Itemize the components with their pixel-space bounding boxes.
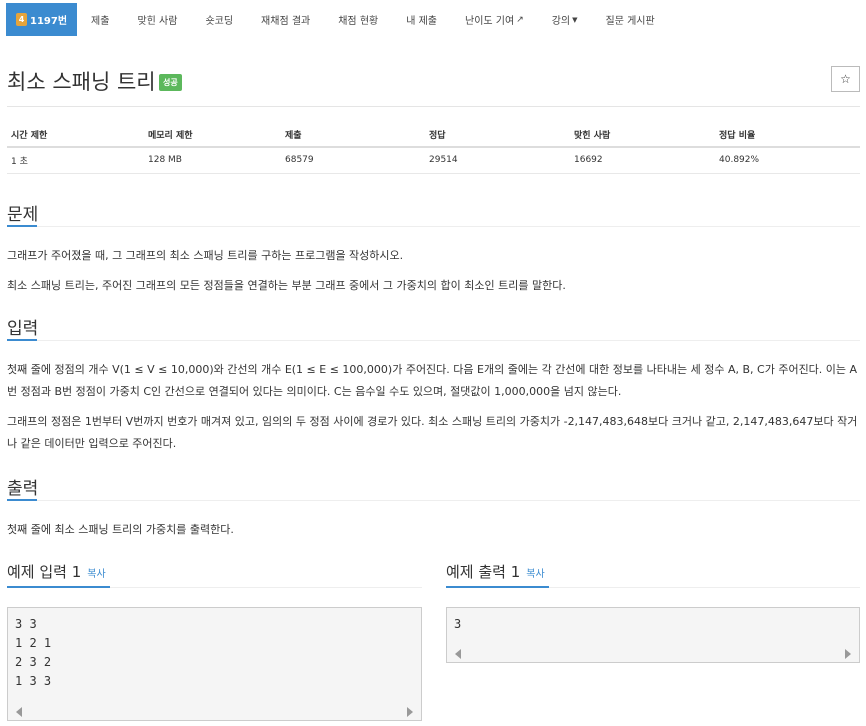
problem-number-label: 1197번 (30, 16, 68, 27)
header-memory-limit: 메모리 제한 (144, 122, 281, 148)
sample-input-accent (7, 586, 110, 588)
header-submissions: 제출 (281, 122, 425, 148)
value-time-limit: 1 초 (7, 147, 144, 174)
scroll-right-icon[interactable] (407, 707, 413, 717)
header-solved-users: 맞힌 사람 (570, 122, 715, 148)
output-heading: 출력 (7, 479, 39, 499)
header-accept-ratio: 정답 비율 (715, 122, 860, 148)
nav-status[interactable]: 채점 현황 (324, 3, 392, 36)
sample-output-scrollbar[interactable] (447, 647, 859, 662)
title-row: 최소 스패닝 트리 성공 ☆ (7, 62, 860, 102)
sample-output-accent (446, 586, 549, 588)
sample-output-title: 예제 출력 1 (446, 563, 521, 581)
value-memory-limit: 128 MB (144, 147, 281, 174)
problem-heading-accent (7, 225, 37, 227)
problem-nav: 4 1197번 제출 맞힌 사람 숏코딩 재채점 결과 채점 현황 내 제출 난… (6, 3, 669, 36)
value-accept-ratio: 40.892% (715, 147, 860, 174)
scroll-right-icon[interactable] (845, 649, 851, 659)
header-time-limit: 시간 제한 (7, 122, 144, 148)
output-heading-accent (7, 499, 37, 501)
nav-question-board[interactable]: 질문 게시판 (592, 3, 669, 36)
nav-short-coding[interactable]: 숏코딩 (191, 3, 247, 36)
page-title: 최소 스패닝 트리 (7, 70, 156, 94)
sample-input-scrollbar[interactable] (8, 705, 421, 720)
problem-description-2: 최소 스패닝 트리는, 주어진 그래프의 모든 정점들을 연결하는 부분 그래프… (7, 279, 566, 292)
sample-output-heading: 예제 출력 1 복사 (446, 561, 545, 582)
tier-badge-icon: 4 (16, 13, 27, 26)
sample-input-box[interactable]: 3 3 1 2 1 2 3 2 1 3 3 (7, 607, 422, 721)
scroll-left-icon[interactable] (16, 707, 22, 717)
nav-rejudge-results[interactable]: 재채점 결과 (247, 3, 324, 36)
input-heading-accent (7, 339, 37, 341)
title-divider (7, 106, 860, 107)
problem-description-1: 그래프가 주어졌을 때, 그 그래프의 최소 스패닝 트리를 구하는 프로그램을… (7, 249, 404, 262)
output-heading-rule (7, 500, 860, 501)
value-submissions: 68579 (281, 147, 425, 174)
problem-info-table: 시간 제한 메모리 제한 제출 정답 맞힌 사람 정답 비율 1 초 128 M… (7, 122, 860, 174)
input-description-2: 그래프의 정점은 1번부터 V번까지 번호가 매겨져 있고, 임의의 두 정점 … (7, 415, 858, 450)
nav-lectures-label: 강의 (551, 16, 571, 27)
sample-output-text: 3 (454, 617, 462, 631)
input-description-1: 첫째 줄에 정점의 개수 V(1 ≤ V ≤ 10,000)와 간선의 개수 E… (7, 363, 858, 398)
star-icon: ☆ (840, 72, 851, 86)
copy-sample-input-button[interactable]: 복사 (87, 569, 105, 580)
nav-submit[interactable]: 제출 (77, 3, 123, 36)
problem-heading-rule (7, 226, 860, 227)
input-heading: 입력 (7, 319, 39, 339)
sample-input-title: 예제 입력 1 (7, 563, 82, 581)
nav-problem-number[interactable]: 4 1197번 (6, 3, 78, 36)
nav-lectures[interactable]: 강의 ▼ (538, 3, 592, 36)
copy-sample-output-button[interactable]: 복사 (526, 569, 544, 580)
sample-input-text: 3 3 1 2 1 2 3 2 1 3 3 (15, 617, 52, 688)
nav-my-submissions[interactable]: 내 제출 (392, 3, 451, 36)
value-accepted: 29514 (425, 147, 570, 174)
nav-solved-users[interactable]: 맞힌 사람 (123, 3, 191, 36)
favorite-button[interactable]: ☆ (831, 66, 860, 92)
nav-difficulty-contribution[interactable]: 난이도 기여 ↗ (451, 3, 538, 36)
header-accepted: 정답 (425, 122, 570, 148)
scroll-left-icon[interactable] (455, 649, 461, 659)
info-value-row: 1 초 128 MB 68579 29514 16692 40.892% (7, 147, 860, 174)
status-badge: 성공 (159, 74, 182, 91)
input-heading-rule (7, 340, 860, 341)
sample-input-heading: 예제 입력 1 복사 (7, 561, 106, 582)
external-link-icon: ↗ (516, 14, 524, 25)
info-header-row: 시간 제한 메모리 제한 제출 정답 맞힌 사람 정답 비율 (7, 122, 860, 148)
caret-down-icon: ▼ (572, 15, 578, 24)
problem-heading: 문제 (7, 205, 39, 225)
value-solved-users: 16692 (570, 147, 715, 174)
nav-difficulty-label: 난이도 기여 (465, 16, 515, 27)
sample-output-box[interactable]: 3 (446, 607, 860, 663)
output-description: 첫째 줄에 최소 스패닝 트리의 가중치를 출력한다. (7, 523, 234, 536)
